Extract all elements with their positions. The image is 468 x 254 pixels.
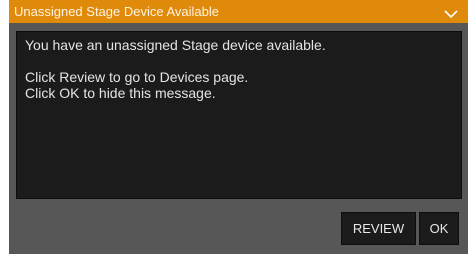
ok-button[interactable]: OK: [419, 212, 459, 245]
message-panel: You have an unassigned Stage device avai…: [16, 31, 462, 199]
review-button[interactable]: REVIEW: [341, 212, 416, 245]
dialog-title: Unassigned Stage Device Available: [14, 4, 220, 19]
dialog-titlebar: Unassigned Stage Device Available: [9, 0, 468, 23]
message-line-1: You have an unassigned Stage device avai…: [25, 37, 326, 53]
message-line-2: Click Review to go to Devices page.: [25, 69, 249, 85]
notification-dialog: Unassigned Stage Device Available You ha…: [9, 0, 468, 254]
chevron-down-icon[interactable]: [444, 6, 458, 19]
message-line-3: Click OK to hide this message.: [25, 85, 216, 101]
